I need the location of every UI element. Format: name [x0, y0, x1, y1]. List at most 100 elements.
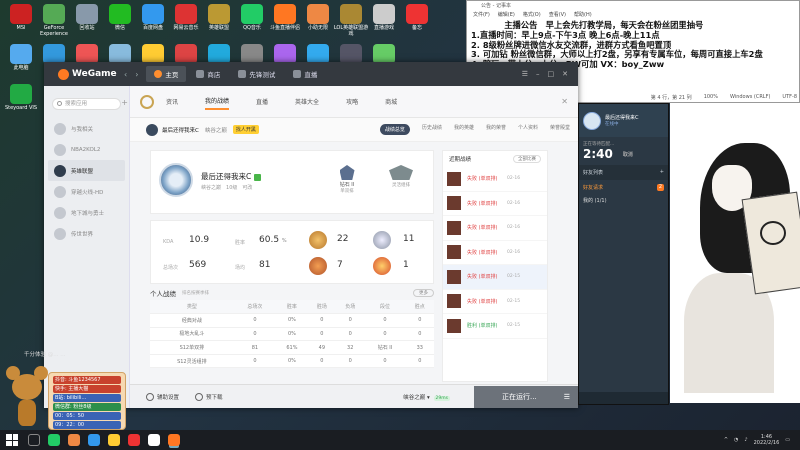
menu-icon[interactable]: ☰ [564, 393, 570, 401]
winrate-number: 60.5 [259, 235, 280, 245]
app-search-input[interactable]: 搜索应用 + [52, 98, 128, 110]
notification-icon[interactable]: ▭ [785, 437, 790, 443]
clock[interactable]: 1:46 2022/2/16 [754, 434, 780, 446]
menu-edit[interactable]: 编辑(E) [498, 11, 515, 19]
close-icon[interactable]: ✕ [562, 70, 568, 78]
menu-view[interactable]: 查看(V) [549, 11, 566, 19]
sidebar-item-label: 传世世界 [71, 231, 94, 238]
tab-live[interactable]: 直播 [285, 66, 325, 82]
taskbar-app-icon[interactable] [168, 434, 180, 446]
sidebar-item-cf[interactable]: 穿越火线-HD [48, 181, 125, 202]
friend-requests[interactable]: 好友请求 2 [579, 180, 668, 195]
taskbar-app-icon[interactable] [128, 434, 140, 446]
app-icon [241, 4, 263, 24]
preload-button[interactable]: 预下载 [195, 392, 223, 401]
taskbar-app-icon[interactable] [148, 434, 160, 446]
desktop-shortcut[interactable]: 备忘 [398, 2, 436, 31]
menu-icon[interactable]: ☰ [522, 70, 528, 78]
profile-edit[interactable]: 可改 [242, 184, 252, 191]
match-filter-dropdown[interactable]: 全部比赛 [513, 155, 541, 163]
record-subtabs: 战绩总览 历史战绩 我的英雄 我的荣誉 个人资料 荣誉殿堂 [379, 124, 578, 135]
cell: 0 [364, 313, 406, 328]
launch-button[interactable]: 正在运行... ☰ [474, 385, 578, 408]
download-icon [195, 392, 204, 401]
sidebar-item-lol[interactable]: 英雄联盟 [48, 160, 125, 181]
list-item[interactable]: 失败 (单双排) 02-15 [443, 265, 547, 290]
col-type: 类型 [150, 300, 234, 315]
list-item[interactable]: 失败 (单双排) 02-16 [443, 167, 547, 192]
timer-value: 2:40 [583, 147, 613, 161]
tab-home[interactable]: 主页 [146, 66, 187, 82]
taskbar-app-icon[interactable] [48, 434, 60, 446]
assist-settings-button[interactable]: 辅助设置 [146, 392, 179, 401]
subtab-history[interactable]: 历史战绩 [422, 124, 442, 135]
table-row: S12单双排 81 61% 49 32 钻石 II 33 [150, 340, 434, 355]
add-icon[interactable]: + [121, 98, 128, 108]
tab-store[interactable]: 商店 [188, 66, 228, 82]
taskbar-app-icon[interactable] [88, 434, 100, 446]
tab-heroes[interactable]: 英雄大全 [295, 94, 319, 109]
tab-beta[interactable]: 先锋测试 [230, 66, 283, 82]
app-icon [10, 4, 32, 24]
app-icon [307, 4, 329, 24]
champion-icon [447, 245, 461, 260]
champion-icon [447, 171, 461, 186]
chevron-up-icon[interactable]: ^ [724, 437, 728, 443]
match-result: 失败 (单双排) [467, 249, 498, 256]
winrate-label: 胜率 [235, 240, 246, 246]
col-losses: 负场 [336, 300, 365, 315]
subtab-overview[interactable]: 战绩总览 [379, 124, 410, 135]
sidebar-item-chuanshi[interactable]: 传世世界 [48, 223, 125, 244]
taskbar-apps [44, 434, 184, 446]
subtab-hall[interactable]: 荣誉殿堂 [550, 124, 570, 135]
sidebar-item-nba2k[interactable]: NBA2KOL2 [48, 139, 125, 160]
list-item[interactable]: 失败 (单双排) 02-16 [443, 241, 547, 265]
subtab-profile[interactable]: 个人资料 [518, 124, 538, 135]
sidebar-item-dnf[interactable]: 地下城与勇士 [48, 202, 125, 223]
windows-start-icon[interactable] [6, 434, 18, 446]
champion-icon [447, 318, 461, 333]
network-icon[interactable]: ◔ [734, 437, 738, 443]
search-icon[interactable] [28, 434, 40, 446]
volume-icon[interactable]: ♪ [744, 437, 747, 443]
menu-format[interactable]: 格式(O) [523, 11, 541, 19]
list-item[interactable]: 失败 (单双排) 02-16 [443, 192, 547, 216]
subtab-honors[interactable]: 我的荣誉 [486, 124, 506, 135]
profile-avatar[interactable] [159, 163, 193, 197]
subtab-heroes[interactable]: 我的英雄 [454, 124, 474, 135]
add-friend-icon[interactable]: + [660, 169, 664, 176]
sidebar-item-related[interactable]: 与我相关 [48, 118, 125, 139]
taskbar: ^ ◔ ♪ 1:46 2022/2/16 ▭ [0, 430, 800, 450]
tab-guides[interactable]: 攻略 [346, 94, 358, 109]
avatar[interactable] [583, 111, 601, 130]
forward-arrow-icon[interactable]: › [135, 70, 138, 79]
tab-news[interactable]: 资讯 [166, 94, 178, 109]
tab-stream[interactable]: 直播 [256, 94, 268, 109]
tab-mall[interactable]: 商城 [385, 94, 397, 109]
score-label: 场均 [235, 265, 246, 271]
list-item[interactable]: 胜利 (单双排) 02-15 [443, 314, 547, 339]
maximize-icon[interactable]: □ [548, 70, 555, 78]
panel-close-icon[interactable]: ✕ [561, 97, 568, 106]
more-button[interactable]: 更多 [413, 289, 434, 297]
launch-label: 正在运行... [502, 392, 537, 401]
cell: 0% [276, 354, 308, 369]
record-subtitle: 排名按赛季排 [182, 291, 209, 296]
taskbar-app-icon[interactable] [108, 434, 120, 446]
tab-my-record[interactable]: 我的战绩 [205, 93, 230, 110]
account-server[interactable]: 峡谷之巅 [205, 126, 227, 134]
list-item[interactable]: 失败 (单双排) 02-16 [443, 216, 547, 241]
desktop-shortcut[interactable]: Steyoard VIS [2, 82, 40, 111]
taskbar-app-icon[interactable] [68, 434, 80, 446]
back-arrow-icon[interactable]: ‹ [124, 70, 127, 79]
find-team-button[interactable]: 找人开黑 [232, 125, 259, 134]
friend-group[interactable]: 我的 (1/1) [579, 195, 668, 206]
menu-file[interactable]: 文件(F) [473, 11, 490, 19]
cancel-queue-button[interactable]: 取消 [623, 151, 633, 158]
game-icon [54, 143, 66, 156]
minimize-icon[interactable]: – [536, 70, 540, 78]
list-item[interactable]: 失败 (单双排) 02-15 [443, 290, 547, 314]
sidebar-item-label: 与我相关 [71, 126, 94, 133]
server-selector[interactable]: 峡谷之巅 ▾ 29ms [403, 393, 450, 401]
menu-help[interactable]: 帮助(H) [574, 11, 592, 19]
